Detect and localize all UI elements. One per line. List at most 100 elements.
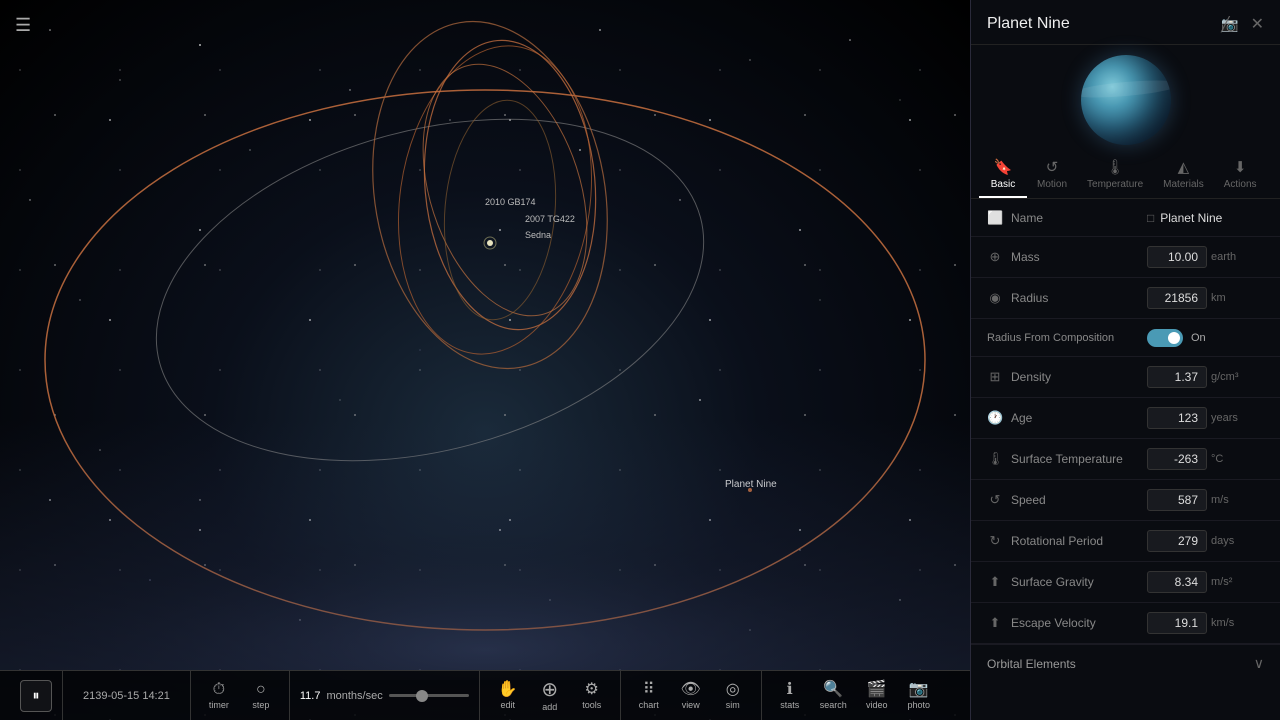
mass-unit: earth <box>1211 251 1236 263</box>
search-button[interactable]: 🔍 search <box>814 678 853 714</box>
sim-icon: ◎ <box>726 682 740 698</box>
radius-unit: km <box>1211 292 1226 304</box>
escape-vel-value[interactable]: 19.1 <box>1147 612 1207 634</box>
svg-text:2010 GB174: 2010 GB174 <box>485 197 536 207</box>
stats-icon: ℹ <box>787 682 793 698</box>
tab-motion[interactable]: ↺ Motion <box>1027 150 1077 198</box>
tab-bar: 🔖 Basic ↺ Motion 🌡 Temperature ◭ Materia… <box>971 150 1280 199</box>
tools-icon: ⚙ <box>585 682 599 698</box>
add-icon: ⊕ <box>541 680 558 700</box>
chart-icon: ⠿ <box>643 682 655 698</box>
tools-button[interactable]: ⚙ tools <box>574 678 610 714</box>
density-value[interactable]: 1.37 <box>1147 366 1207 388</box>
prop-speed: ↺ Speed 587 m/s <box>971 480 1280 521</box>
timer-button[interactable]: ⏱ timer <box>201 678 237 714</box>
prop-mass: ⊕ Mass 10.00 earth <box>971 237 1280 278</box>
rot-period-value[interactable]: 279 <box>1147 530 1207 552</box>
space-view[interactable]: ☰ <box>0 0 970 720</box>
surface-grav-prop-label: Surface Gravity <box>1011 575 1094 589</box>
tools-label: tools <box>582 700 601 710</box>
basic-tab-label: Basic <box>991 179 1015 190</box>
stats-button[interactable]: ℹ stats <box>772 678 808 714</box>
svg-text:Planet Nine: Planet Nine <box>725 479 777 490</box>
photo-icon: 📷 <box>909 682 929 698</box>
panel-header: Planet Nine 📷╱ ✕ <box>971 0 1280 45</box>
surface-temp-value[interactable]: -263 <box>1147 448 1207 470</box>
mass-value[interactable]: 10.00 <box>1147 246 1207 268</box>
panel-header-icons: 📷╱ ✕ <box>1221 14 1264 34</box>
pause-button[interactable]: ⏸ <box>20 680 52 712</box>
prop-density: ⊞ Density 1.37 g/cm³ <box>971 357 1280 398</box>
toggle-on-label: On <box>1191 332 1206 344</box>
svg-text:2007 TG422: 2007 TG422 <box>525 214 575 224</box>
video-button[interactable]: 🎬 video <box>859 678 895 714</box>
bottom-toolbar: ⏸ 2139-05-15 14:21 ⏱ timer ○ step 11.7 m… <box>0 670 970 720</box>
actions-tab-icon: ⬇ <box>1234 158 1247 176</box>
prop-escape-velocity: ⬆ Escape Velocity 19.1 km/s <box>971 603 1280 644</box>
edit-label: edit <box>500 700 515 710</box>
edit-icon: ✋ <box>498 682 518 698</box>
prop-surface-gravity: ⬆ Surface Gravity 8.34 m/s² <box>971 562 1280 603</box>
name-value[interactable]: Planet Nine <box>1160 211 1222 225</box>
tab-materials[interactable]: ◭ Materials <box>1153 150 1214 198</box>
properties-list: ⬜ Name □ Planet Nine ⊕ Mass 10.00 earth … <box>971 199 1280 720</box>
age-value[interactable]: 123 <box>1147 407 1207 429</box>
name-prop-icon: ⬜ <box>987 210 1003 226</box>
rot-period-prop-icon: ↻ <box>987 533 1003 549</box>
temperature-tab-label: Temperature <box>1087 179 1143 190</box>
surface-grav-value[interactable]: 8.34 <box>1147 571 1207 593</box>
close-icon[interactable]: ✕ <box>1251 14 1264 34</box>
rate-slider[interactable] <box>389 694 469 697</box>
density-prop-label: Density <box>1011 370 1051 384</box>
timestamp: 2139-05-15 14:21 <box>73 690 180 702</box>
density-prop-icon: ⊞ <box>987 369 1003 385</box>
sim-button[interactable]: ◎ sim <box>715 678 751 714</box>
radius-composition-toggle[interactable] <box>1147 329 1183 347</box>
tab-temperature[interactable]: 🌡 Temperature <box>1077 150 1153 198</box>
orbital-elements-chevron: ∨ <box>1254 655 1264 672</box>
stats-label: stats <box>780 700 799 710</box>
age-prop-label: Age <box>1011 411 1032 425</box>
view-button[interactable]: 👁 view <box>673 678 709 714</box>
step-label: step <box>252 700 269 710</box>
add-button[interactable]: ⊕ add <box>532 676 568 716</box>
tab-basic[interactable]: 🔖 Basic <box>979 150 1027 198</box>
video-icon: 🎬 <box>867 682 887 698</box>
speed-unit: m/s <box>1211 494 1229 506</box>
speed-value[interactable]: 587 <box>1147 489 1207 511</box>
pause-icon: ⏸ <box>33 687 40 704</box>
rate-value: 11.7 <box>300 690 321 702</box>
radius-prop-label: Radius <box>1011 291 1048 305</box>
photo-button[interactable]: 📷 photo <box>901 678 937 714</box>
menu-button[interactable]: ☰ <box>15 15 31 36</box>
sim-label: sim <box>726 700 740 710</box>
step-icon: ○ <box>256 682 266 698</box>
density-unit: g/cm³ <box>1211 371 1239 383</box>
rot-period-prop-label: Rotational Period <box>1011 534 1103 548</box>
escape-vel-prop-icon: ⬆ <box>987 615 1003 631</box>
name-value-icon: □ <box>1147 211 1154 225</box>
mass-prop-icon: ⊕ <box>987 249 1003 265</box>
speed-prop-label: Speed <box>1011 493 1046 507</box>
prop-name: ⬜ Name □ Planet Nine <box>971 199 1280 237</box>
chart-label: chart <box>639 700 659 710</box>
search-label: search <box>820 700 847 710</box>
orbital-elements-section[interactable]: Orbital Elements ∨ <box>971 644 1280 682</box>
timer-label: timer <box>209 700 229 710</box>
radius-value[interactable]: 21856 <box>1147 287 1207 309</box>
planet-image <box>1081 55 1171 145</box>
tab-actions[interactable]: ⬇ Actions <box>1214 150 1267 198</box>
mass-prop-label: Mass <box>1011 250 1040 264</box>
timer-icon: ⏱ <box>213 682 225 698</box>
chart-button[interactable]: ⠿ chart <box>631 678 667 714</box>
step-button[interactable]: ○ step <box>243 678 279 714</box>
actions-tab-label: Actions <box>1224 179 1257 190</box>
speed-prop-icon: ↺ <box>987 492 1003 508</box>
planet-thumbnail <box>971 45 1280 150</box>
edit-button[interactable]: ✋ edit <box>490 678 526 714</box>
svg-text:Sedna: Sedna <box>525 230 551 240</box>
temperature-tab-icon: 🌡 <box>1106 158 1125 176</box>
rot-period-unit: days <box>1211 535 1234 547</box>
photo-label: photo <box>907 700 930 710</box>
camera-off-icon[interactable]: 📷╱ <box>1221 16 1238 33</box>
